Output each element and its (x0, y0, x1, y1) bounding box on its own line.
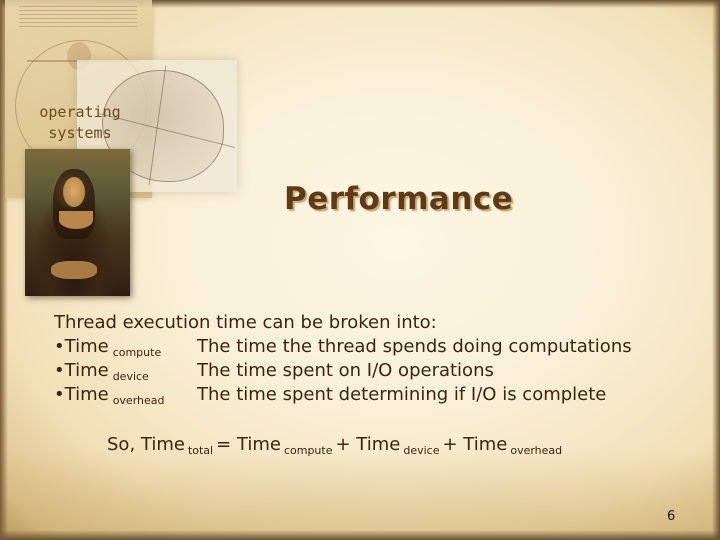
formula-plus: + Time (335, 434, 401, 455)
term-subscript: overhead (112, 394, 165, 407)
course-label: operating systems (30, 102, 130, 144)
portrait-face (63, 177, 85, 207)
formula-prefix: So, Time (107, 434, 185, 455)
term-subscript: device (112, 370, 149, 383)
term-name: Time (64, 360, 109, 381)
formula-plus: + Time (442, 434, 508, 455)
intro-text: Thread execution time can be broken into… (54, 312, 437, 333)
term-name: Time (64, 384, 109, 405)
course-label-line: operating (39, 103, 121, 121)
parchment-stain (0, 450, 720, 540)
formula-subscript-compute: compute (283, 444, 333, 457)
slide-title: Performance (284, 181, 514, 217)
total-time-formula: So, Time total = Time compute + Time device + … (107, 434, 565, 457)
page-number: 6 (667, 509, 676, 524)
bullet: • (54, 384, 65, 405)
sketch-handwriting (19, 6, 137, 28)
portrait-chest (59, 211, 93, 229)
formula-equals: = Time (216, 434, 281, 455)
term-row: •Time overhead The time spent determining… (54, 383, 606, 407)
slide-body: Thread execution time can be broken into… (54, 311, 632, 407)
term-label: •Time overhead (54, 383, 165, 413)
term-description: The time spent on I/O operations (197, 360, 494, 381)
term-row: •Time compute The time the thread spends … (54, 335, 632, 359)
bullet: • (54, 336, 65, 357)
term-subscript: compute (112, 346, 162, 359)
mona-lisa-image (25, 149, 130, 296)
parchment-edge-right (712, 0, 720, 540)
term-name: Time (64, 336, 109, 357)
formula-subscript-total: total (187, 444, 214, 457)
portrait-hands (51, 261, 97, 279)
formula-subscript-overhead: overhead (510, 444, 563, 457)
bullet: • (54, 360, 65, 381)
formula-subscript-device: device (403, 444, 440, 457)
term-description: The time the thread spends doing computa… (197, 336, 632, 357)
term-description: The time spent determining if I/O is com… (197, 384, 607, 405)
course-label-line: systems (48, 124, 112, 142)
parchment-edge-bottom (0, 530, 720, 540)
term-row: •Time device The time spent on I/O operat… (54, 359, 494, 383)
slide-background: operating systems Performance Thread exe… (0, 0, 720, 540)
